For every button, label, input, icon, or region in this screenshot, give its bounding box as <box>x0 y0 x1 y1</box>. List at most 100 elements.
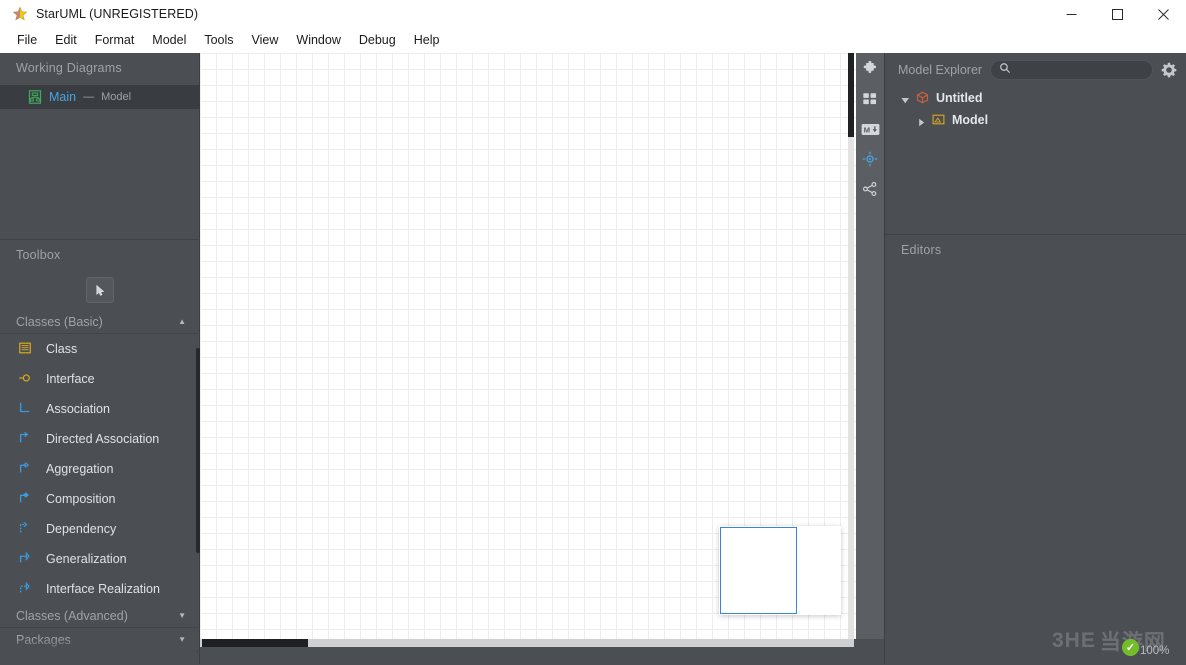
canvas-vertical-scrollbar-track[interactable] <box>848 53 854 639</box>
extensions-icon[interactable] <box>858 59 882 79</box>
model-explorer-search[interactable] <box>990 60 1153 80</box>
minimap-viewport-rect[interactable] <box>720 527 797 614</box>
tool-generalization[interactable]: Generalization <box>0 544 200 574</box>
diagram-minimap[interactable] <box>719 526 841 615</box>
tool-label: Interface <box>46 372 95 386</box>
menu-file[interactable]: File <box>8 31 46 50</box>
model-folder-icon <box>932 113 946 127</box>
maximize-button[interactable] <box>1094 0 1140 28</box>
working-diagram-item-main[interactable]: Main — Model <box>0 85 200 109</box>
menu-window[interactable]: Window <box>287 31 349 50</box>
tool-interface[interactable]: Interface <box>0 364 200 394</box>
check-circle-icon: ✓ <box>1122 639 1139 656</box>
working-diagrams-title: Working Diagrams <box>16 61 122 75</box>
tool-association[interactable]: Association <box>0 394 200 424</box>
tool-aggregation[interactable]: Aggregation <box>0 454 200 484</box>
tool-label: Interface Realization <box>46 582 160 596</box>
menu-model[interactable]: Model <box>143 31 195 50</box>
zoom-level-label: 100% <box>1140 645 1170 657</box>
canvas-horizontal-scrollbar-thumb[interactable] <box>202 639 308 647</box>
editors-title: Editors <box>901 243 942 257</box>
tree-item-label: Untitled <box>936 91 983 105</box>
menu-edit[interactable]: Edit <box>46 31 86 50</box>
tool-label: Composition <box>46 492 116 506</box>
search-input[interactable] <box>1016 64 1144 76</box>
toolbox-group-classes-basic[interactable]: Classes (Basic) ▲ <box>0 310 200 334</box>
main-shell: Working Diagrams Main — Model Toolbox Cl… <box>0 53 1186 664</box>
interface-realization-icon <box>18 581 34 597</box>
canvas-vertical-scrollbar-thumb[interactable] <box>848 53 854 137</box>
working-diagrams-panel: Working Diagrams Main — Model <box>0 53 200 239</box>
menu-debug[interactable]: Debug <box>350 31 405 50</box>
tool-class[interactable]: Class <box>0 334 200 364</box>
gear-icon[interactable] <box>1161 62 1177 78</box>
working-diagram-separator: — <box>83 91 95 103</box>
window-title: StarUML (UNREGISTERED) <box>36 7 199 21</box>
menu-view[interactable]: View <box>243 31 288 50</box>
diagram-canvas[interactable] <box>200 53 856 639</box>
canvas-icon-rail: M <box>856 53 884 639</box>
directed-association-icon <box>18 431 34 447</box>
window-controls <box>1048 0 1186 28</box>
tree-item-label: Model <box>952 113 989 127</box>
twisty-expanded-icon[interactable] <box>901 94 910 103</box>
class-icon <box>18 341 34 357</box>
tree-item-untitled[interactable]: Untitled <box>885 87 1186 109</box>
association-icon <box>18 401 34 417</box>
close-button[interactable] <box>1140 0 1186 28</box>
tool-interface-realization[interactable]: Interface Realization <box>0 574 200 604</box>
toolbox-title: Toolbox <box>16 248 61 262</box>
tool-label: Class <box>46 342 78 356</box>
canvas-bottom-strip <box>200 647 856 664</box>
title-bar: StarUML (UNREGISTERED) <box>0 0 1186 28</box>
cursor-arrow-icon[interactable] <box>86 277 114 303</box>
tool-dependency[interactable]: Dependency <box>0 514 200 544</box>
target-align-icon[interactable] <box>858 149 882 169</box>
tool-label: Directed Association <box>46 432 160 446</box>
model-explorer-title: Model Explorer <box>898 63 983 77</box>
svg-text:M: M <box>863 125 869 134</box>
toolbox-group-label: Packages <box>16 632 71 647</box>
composition-icon <box>18 491 34 507</box>
tool-directed-association[interactable]: Directed Association <box>0 424 200 454</box>
model-explorer-header: Model Explorer <box>885 53 1186 87</box>
markdown-icon[interactable]: M <box>858 119 882 139</box>
toolbox-group-classes-advanced[interactable]: Classes (Advanced) ▼ <box>0 604 200 628</box>
tool-label: Generalization <box>46 552 127 566</box>
minimize-button[interactable] <box>1048 0 1094 28</box>
toolbox-panel: Toolbox Classes (Basic) ▲ Class Interfac… <box>0 239 200 664</box>
search-icon <box>999 61 1011 79</box>
toolbox-select-row <box>0 270 200 310</box>
working-diagram-name: Main <box>49 90 77 104</box>
interface-icon <box>18 371 34 387</box>
left-sidebar: Working Diagrams Main — Model Toolbox Cl… <box>0 53 200 664</box>
menu-format[interactable]: Format <box>86 31 144 50</box>
title-bar-left: StarUML (UNREGISTERED) <box>0 6 1048 22</box>
star-icon <box>12 6 28 22</box>
twisty-collapsed-icon[interactable] <box>917 116 926 126</box>
model-explorer-tree: Untitled Model <box>885 87 1186 131</box>
toolbox-group-packages[interactable]: Packages ▼ <box>0 628 200 652</box>
chevron-down-icon: ▼ <box>178 610 186 620</box>
editors-panel: Editors <box>885 234 1186 664</box>
blocks-icon[interactable] <box>858 89 882 109</box>
toolbox-group-label: Classes (Basic) <box>16 314 103 329</box>
aggregation-icon <box>18 461 34 477</box>
tree-item-model[interactable]: Model <box>885 109 1186 131</box>
menu-tools[interactable]: Tools <box>195 31 242 50</box>
share-icon[interactable] <box>858 179 882 199</box>
working-diagram-type: Model <box>101 91 132 103</box>
class-diagram-icon <box>28 90 42 104</box>
tool-label: Aggregation <box>46 462 114 476</box>
generalization-icon <box>18 551 34 567</box>
toolbox-group-label: Classes (Advanced) <box>16 608 128 623</box>
model-explorer-panel: Model Explorer Untitled Model <box>885 53 1186 234</box>
tool-composition[interactable]: Composition <box>0 484 200 514</box>
dependency-icon <box>18 521 34 537</box>
project-icon <box>916 91 930 105</box>
tool-label: Association <box>46 402 110 416</box>
menu-help[interactable]: Help <box>405 31 449 50</box>
tool-label: Dependency <box>46 522 117 536</box>
chevron-up-icon: ▲ <box>178 316 186 326</box>
chevron-down-icon: ▼ <box>178 634 186 644</box>
